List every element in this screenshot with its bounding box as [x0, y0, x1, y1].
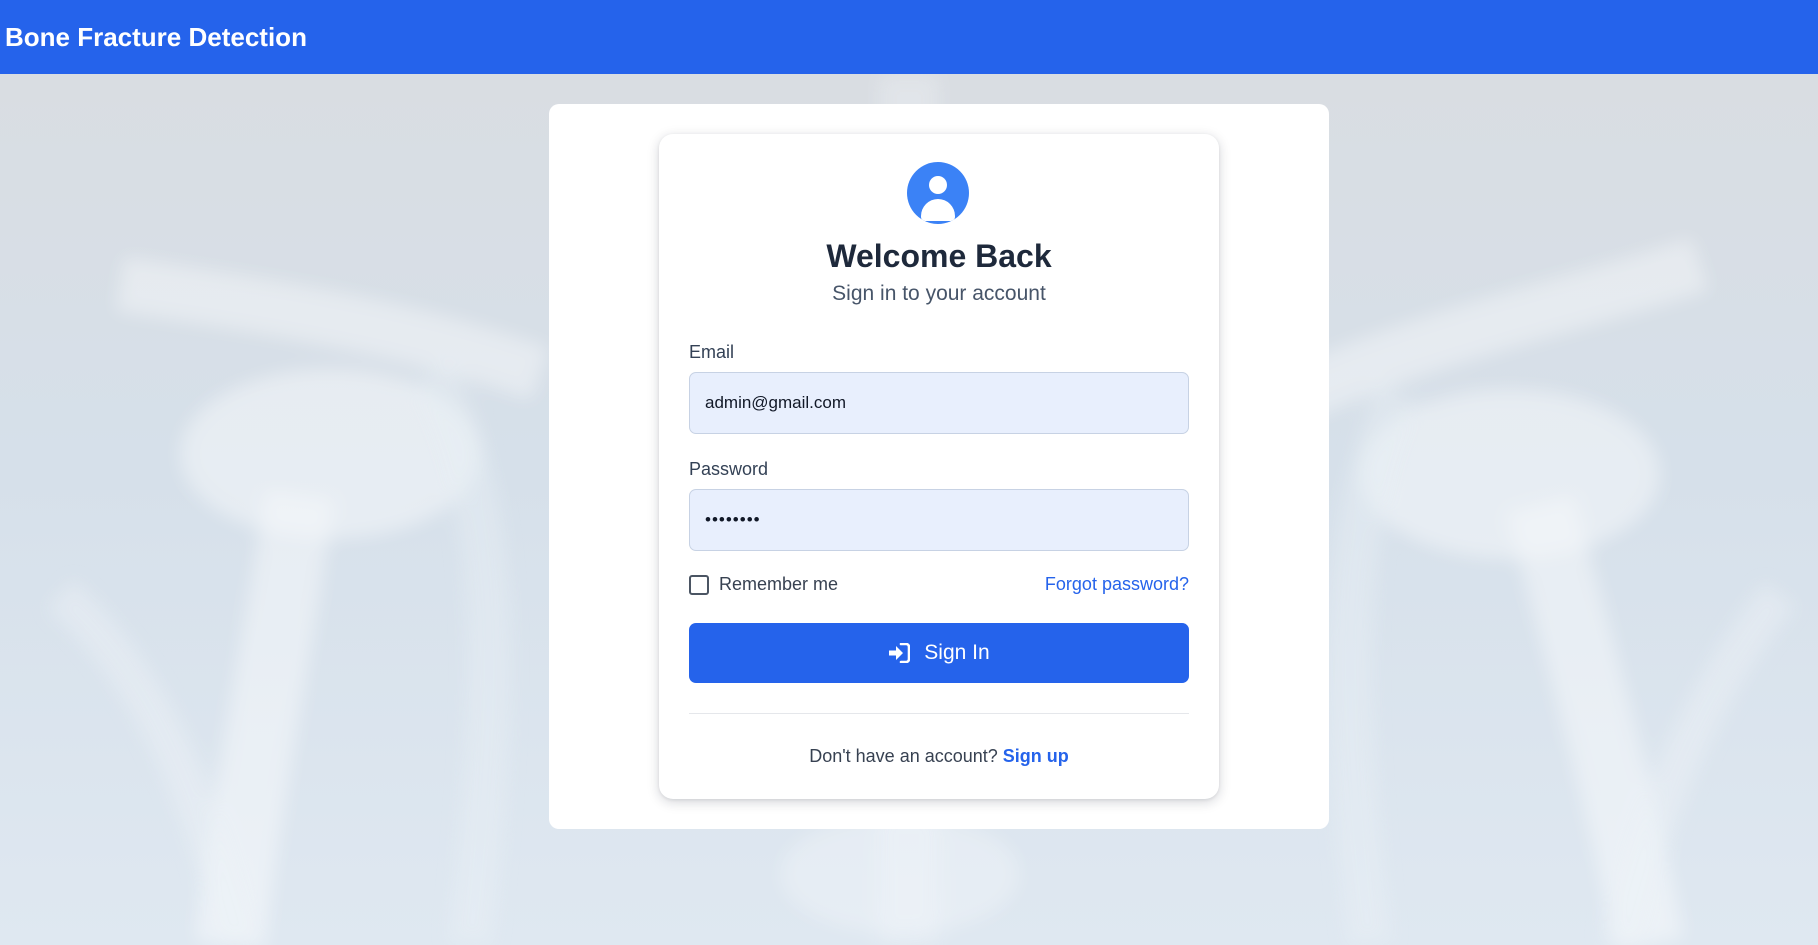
avatar-body: [921, 199, 955, 221]
sign-in-label: Sign In: [924, 641, 990, 664]
avatar-head: [929, 176, 947, 194]
login-subtitle: Sign in to your account: [832, 282, 1046, 305]
app-title: Bone Fracture Detection: [5, 21, 307, 52]
top-navbar: Bone Fracture Detection: [0, 0, 1818, 74]
login-title: Welcome Back: [826, 238, 1052, 274]
login-form: Welcome Back Sign in to your account Ema…: [659, 134, 1219, 799]
password-label: Password: [689, 459, 769, 479]
password-field[interactable]: [689, 489, 1189, 551]
remember-me-checkbox[interactable]: [689, 574, 709, 595]
login-container: Welcome Back Sign in to your account Ema…: [549, 104, 1329, 829]
divider: [689, 713, 1189, 714]
remember-me-option[interactable]: Remember me: [689, 574, 838, 595]
email-label: Email: [689, 342, 735, 362]
forgot-password-link[interactable]: Forgot password?: [1045, 574, 1189, 595]
email-field[interactable]: [689, 372, 1189, 434]
signup-prompt-text: Don't have an account?: [809, 746, 1003, 766]
sign-in-button[interactable]: Sign In: [689, 623, 1189, 683]
signup-prompt: Don't have an account? Sign up: [659, 746, 1219, 767]
sign-in-icon: [888, 643, 911, 663]
remember-me-label: Remember me: [719, 574, 839, 594]
user-circle-icon: [907, 162, 969, 224]
sign-up-link[interactable]: Sign up: [1003, 746, 1069, 766]
